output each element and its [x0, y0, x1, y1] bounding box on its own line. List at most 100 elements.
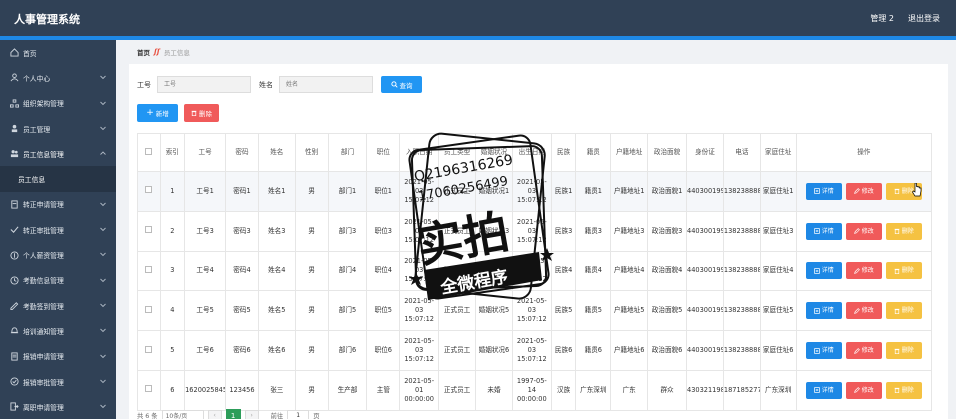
- sidebar-item-2[interactable]: 组织架构管理: [0, 91, 116, 116]
- edit-button[interactable]: 修改: [845, 302, 882, 320]
- sidebar-item-8[interactable]: 个人薪资管理: [0, 242, 116, 267]
- add-button[interactable]: + 新增: [137, 104, 178, 122]
- sidebar-item-0[interactable]: 首页: [0, 40, 116, 65]
- table-cell: 民族5: [550, 290, 577, 332]
- table-row[interactable]: 61620025845626123456张三男生产部主管2021-05-01 0…: [137, 369, 933, 411]
- doc-icon: [10, 200, 19, 209]
- xingming-input[interactable]: [279, 76, 373, 93]
- batch-delete-button[interactable]: 删除: [184, 104, 219, 122]
- edit-icon: [853, 347, 860, 354]
- sidebar-item-5[interactable]: 员工信息: [0, 166, 116, 192]
- detail-button[interactable]: 详情: [805, 182, 842, 200]
- sidebar-item-label: 转正审批管理: [23, 226, 64, 235]
- row-checkbox[interactable]: [145, 345, 153, 353]
- search-icon: [390, 81, 398, 88]
- table-row[interactable]: 3 工号4 密码4 姓名4 男部门4 职位4 2021-05-03 15:07:12 正式员工…: [137, 250, 933, 292]
- gonghao-input[interactable]: [157, 76, 251, 93]
- row-checkbox[interactable]: [145, 226, 153, 234]
- users-icon: [10, 149, 19, 158]
- table-cell: 婚姻状况4: [475, 250, 513, 292]
- table-cell: 2021-05-03 15:07:12: [511, 210, 552, 252]
- main-content: 首页 ʃʃ 员工信息 工号 姓名 查询 + 新增 删除 索引工号密码姓名性: [116, 40, 956, 419]
- chevron-down-icon: [99, 402, 107, 410]
- detail-button[interactable]: 详情: [805, 342, 842, 360]
- table-cell: 部门5: [327, 290, 368, 332]
- edit-button[interactable]: 修改: [845, 222, 882, 240]
- table-cell: 民族6: [550, 330, 577, 371]
- delete-label: 删除: [199, 110, 212, 118]
- sidebar-item-label: 报销申请管理: [23, 353, 64, 362]
- table-cell: 张三: [257, 369, 296, 411]
- delete-row-button[interactable]: 删除: [885, 262, 922, 280]
- delete-row-label: 删除: [901, 307, 914, 315]
- sidebar-item-3[interactable]: 员工管理: [0, 116, 116, 141]
- table-cell: 民族1: [550, 171, 577, 212]
- sidebar-item-6[interactable]: 转正申请管理: [0, 192, 116, 217]
- table-cell: 男: [294, 210, 329, 252]
- table-cell: 密码3: [225, 210, 259, 252]
- table-cell: 正式员工: [438, 369, 477, 411]
- page-size-select[interactable]: 10条/页: [161, 410, 204, 419]
- actions-cell: 详情 修改 删除: [795, 250, 933, 292]
- delete-row-label: 删除: [901, 386, 914, 394]
- detail-button[interactable]: 详情: [805, 381, 842, 399]
- actions-cell: 详情 修改 删除: [795, 330, 933, 371]
- page-number-1[interactable]: 1: [225, 409, 241, 419]
- sidebar-item-7[interactable]: 转正审批管理: [0, 217, 116, 242]
- table-cell: 430321198812121212: [686, 369, 724, 411]
- sidebar-item-14[interactable]: 离职申请管理: [0, 394, 116, 419]
- table-cell: 密码1: [225, 171, 259, 212]
- sidebar-item-label: 报销审批管理: [23, 378, 64, 387]
- table-cell: 正式员工: [438, 290, 477, 332]
- table-cell: 群众: [647, 369, 688, 411]
- edit-button[interactable]: 修改: [845, 262, 882, 280]
- edit-button[interactable]: 修改: [845, 342, 882, 360]
- table-cell: 440300199404040004: [686, 250, 724, 292]
- edit-icon: [853, 307, 860, 314]
- table-cell: 密码5: [225, 290, 259, 332]
- table-row[interactable]: 1 工号1 密码1 姓名1 男部门1 职位1 2021-05-03 15:07:12 正式员工…: [137, 171, 933, 212]
- detail-icon: [814, 268, 820, 274]
- row-checkbox[interactable]: [145, 305, 153, 313]
- table-cell: 民族3: [550, 210, 577, 252]
- prev-page-button[interactable]: ‹: [207, 409, 222, 419]
- detail-button[interactable]: 详情: [805, 302, 842, 320]
- row-checkbox[interactable]: [145, 265, 153, 273]
- edit-button[interactable]: 修改: [845, 381, 882, 399]
- edit-icon: [853, 268, 860, 274]
- detail-button[interactable]: 详情: [805, 262, 842, 280]
- delete-row-button[interactable]: 删除: [885, 342, 922, 360]
- next-page-button[interactable]: ›: [244, 409, 259, 419]
- goto-page-input[interactable]: 1: [287, 410, 310, 419]
- sidebar-item-4[interactable]: 员工信息管理: [0, 141, 116, 166]
- exit-icon: [10, 402, 19, 411]
- sidebar-item-13[interactable]: 报销审批管理: [0, 369, 116, 394]
- detail-label: 详情: [821, 307, 834, 315]
- sidebar-item-10[interactable]: 考勤签到管理: [0, 293, 116, 318]
- sidebar-item-12[interactable]: 报销申请管理: [0, 344, 116, 369]
- delete-row-button[interactable]: 删除: [885, 302, 922, 320]
- row-checkbox-cell: [137, 250, 161, 292]
- query-button[interactable]: 查询: [381, 76, 422, 93]
- delete-row-button[interactable]: 删除: [885, 381, 922, 399]
- row-checkbox[interactable]: [145, 385, 153, 393]
- table-row[interactable]: 5 工号6 密码6 姓名6 男部门6 职位6 2021-05-03 15:07:12 正式员工…: [137, 330, 933, 371]
- delete-row-button[interactable]: 删除: [885, 222, 922, 240]
- breadcrumb-home[interactable]: 首页: [137, 47, 150, 57]
- select-all-checkbox[interactable]: [145, 147, 153, 155]
- table-cell: 籍贯6: [575, 330, 612, 371]
- sidebar-item-label: 组织架构管理: [23, 100, 64, 109]
- column-header: 职位: [366, 133, 401, 172]
- current-user[interactable]: 管理 2: [870, 13, 894, 24]
- table-row[interactable]: 2 工号3 密码3 姓名3 男部门3 职位3 2021-05-03 15:07:12 正式员工…: [137, 210, 933, 252]
- sidebar-item-1[interactable]: 个人中心: [0, 65, 116, 90]
- edit-button[interactable]: 修改: [845, 182, 882, 200]
- logout-link[interactable]: 退出登录: [908, 13, 940, 24]
- sidebar-item-11[interactable]: 培训通知管理: [0, 318, 116, 343]
- row-checkbox[interactable]: [145, 186, 153, 194]
- sidebar-item-9[interactable]: 考勤信息管理: [0, 268, 116, 293]
- detail-button[interactable]: 详情: [805, 222, 842, 240]
- table-row[interactable]: 4 工号5 密码5 姓名5 男部门5 职位5 2021-05-03 15:07:12 正式员工…: [137, 290, 933, 332]
- detail-label: 详情: [821, 227, 834, 235]
- table-cell: 正式员工: [438, 171, 477, 212]
